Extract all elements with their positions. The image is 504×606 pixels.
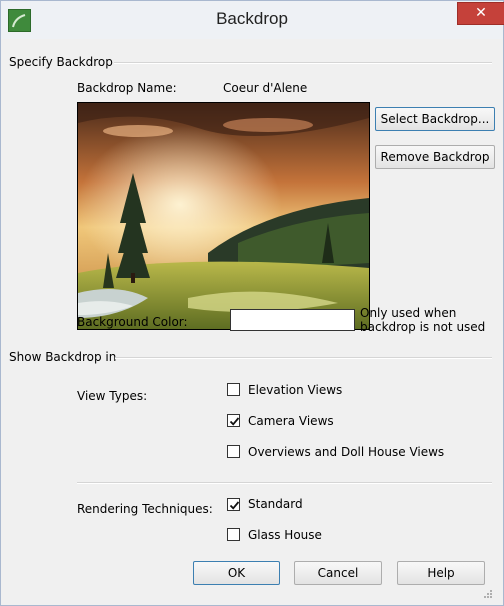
rendering-techniques-label: Rendering Techniques: xyxy=(77,502,213,516)
standard-label[interactable]: Standard xyxy=(248,497,303,511)
glass-house-label[interactable]: Glass House xyxy=(248,528,322,542)
standard-checkbox[interactable] xyxy=(227,498,240,511)
backdrop-dialog: Backdrop ✕ Specify Backdrop Backdrop Nam… xyxy=(0,0,504,606)
title-bar: Backdrop ✕ xyxy=(1,1,504,39)
close-icon: ✕ xyxy=(475,5,487,21)
elevation-views-checkbox[interactable] xyxy=(227,383,240,396)
section-divider xyxy=(77,482,492,484)
overviews-doll-house-checkbox[interactable] xyxy=(227,445,240,458)
glass-house-checkbox[interactable] xyxy=(227,528,240,541)
view-types-label: View Types: xyxy=(77,389,148,403)
camera-views-checkbox[interactable] xyxy=(227,414,240,427)
overviews-doll-house-label[interactable]: Overviews and Doll House Views xyxy=(248,445,444,459)
note-line-2: backdrop is not used xyxy=(360,320,486,334)
group-divider xyxy=(115,357,492,359)
background-color-swatch[interactable] xyxy=(230,309,355,331)
backdrop-preview-image xyxy=(77,102,370,330)
help-button[interactable]: Help xyxy=(397,561,485,585)
show-backdrop-group-title: Show Backdrop in xyxy=(9,350,117,364)
camera-views-label[interactable]: Camera Views xyxy=(248,414,334,428)
background-color-label: Background Color: xyxy=(77,315,188,329)
select-backdrop-button[interactable]: Select Backdrop... xyxy=(375,107,495,131)
background-color-note: Only used when backdrop is not used xyxy=(360,306,485,334)
specify-backdrop-group-title: Specify Backdrop xyxy=(9,55,113,69)
close-button[interactable]: ✕ xyxy=(457,2,504,25)
backdrop-name-label: Backdrop Name: xyxy=(77,81,177,95)
cancel-button[interactable]: Cancel xyxy=(294,561,382,585)
resize-grip-icon[interactable] xyxy=(483,589,493,599)
remove-backdrop-button[interactable]: Remove Backdrop xyxy=(375,145,495,169)
dialog-content: Specify Backdrop Backdrop Name: Coeur d'… xyxy=(9,39,495,601)
backdrop-name-value: Coeur d'Alene xyxy=(223,81,308,95)
elevation-views-label[interactable]: Elevation Views xyxy=(248,383,342,397)
group-divider xyxy=(114,62,492,64)
checkmark-icon xyxy=(229,417,240,426)
note-line-1: Only used when xyxy=(360,306,457,320)
ok-button[interactable]: OK xyxy=(193,561,280,585)
checkmark-icon xyxy=(229,501,240,510)
window-title: Backdrop xyxy=(216,9,288,28)
